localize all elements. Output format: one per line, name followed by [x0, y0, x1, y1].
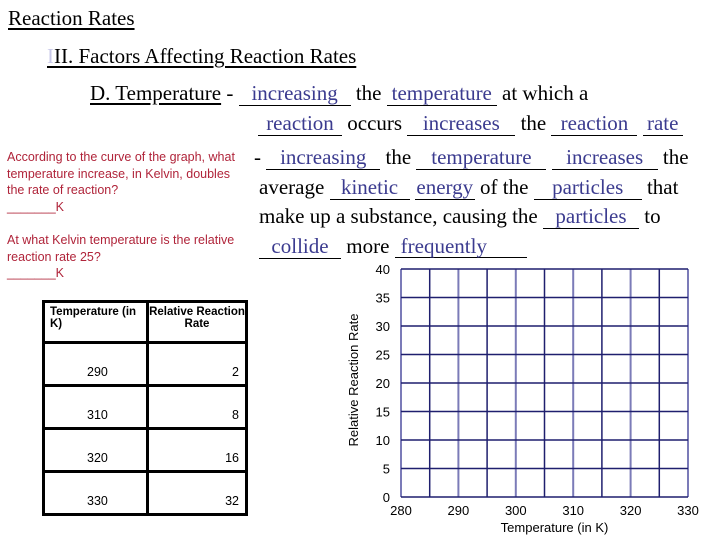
y-tick-label: 25 — [376, 348, 390, 363]
y-tick-label: 15 — [376, 405, 390, 420]
y-tick-labels: 0 5 10 15 20 25 30 35 40 — [376, 262, 390, 505]
y-tick-label: 30 — [376, 319, 390, 334]
y-tick-label: 0 — [383, 490, 390, 505]
x-tick-label: 290 — [448, 503, 470, 518]
x-axis-label: Temperature (in K) — [501, 520, 609, 535]
x-tick-label: 330 — [677, 503, 699, 518]
x-tick-labels: 280 290 300 310 320 330 — [390, 503, 699, 518]
y-tick-label: 35 — [376, 291, 390, 306]
graph-grid: 0 5 10 15 20 25 30 35 40 280 290 300 310 320 330 Temp… — [346, 262, 699, 535]
x-tick-label: 320 — [620, 503, 642, 518]
y-tick-label: 5 — [383, 462, 390, 477]
y-tick-label: 40 — [376, 262, 390, 277]
x-tick-label: 300 — [505, 503, 527, 518]
x-tick-label: 310 — [562, 503, 584, 518]
y-tick-label: 20 — [376, 376, 390, 391]
grid-lines — [400, 268, 689, 498]
x-tick-label: 280 — [390, 503, 412, 518]
y-axis-label: Relative Reaction Rate — [346, 314, 361, 447]
y-tick-label: 10 — [376, 433, 390, 448]
